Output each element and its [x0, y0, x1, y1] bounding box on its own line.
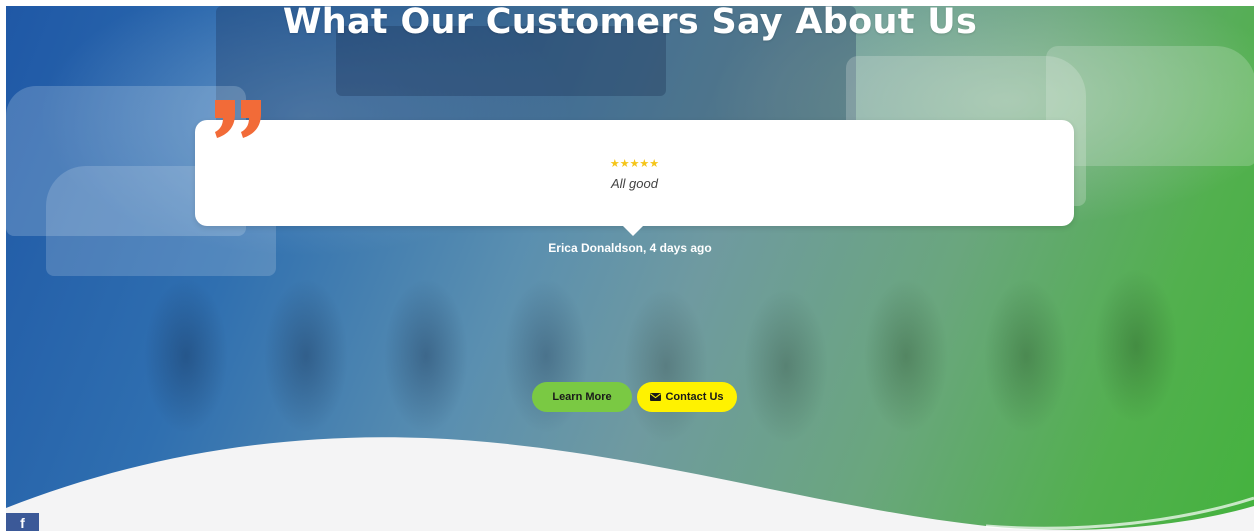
contact-us-button[interactable]: Contact Us: [637, 382, 737, 412]
reviewer-name: Erica Donaldson, 4 days ago: [548, 241, 712, 255]
contact-us-label: Contact Us: [665, 391, 724, 403]
section-title: What Our Customers Say About Us: [282, 6, 978, 42]
page: What Our Customers Say About Us ★★★★★ Al…: [0, 0, 1254, 531]
learn-more-button[interactable]: Learn More: [532, 382, 632, 412]
envelope-icon: [650, 393, 662, 401]
star-rating: ★★★★★: [609, 158, 660, 170]
testimonial-hero: What Our Customers Say About Us ★★★★★ Al…: [6, 6, 1254, 531]
quote-mark-icon: [215, 100, 261, 138]
learn-more-label: Learn More: [552, 391, 612, 403]
facebook-icon[interactable]: f: [6, 513, 39, 531]
testimonial-card-pointer: [622, 225, 644, 236]
testimonial-card: ★★★★★ All good: [195, 120, 1074, 226]
review-text: All good: [611, 176, 658, 191]
bottom-wave-divider: [6, 437, 1254, 531]
